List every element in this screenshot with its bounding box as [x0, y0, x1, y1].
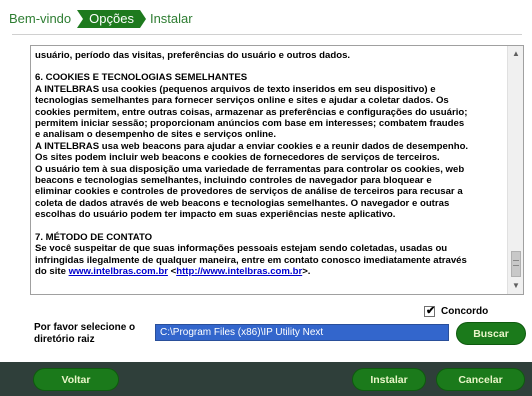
- agree-checkbox-row[interactable]: ✔ Concordo: [424, 305, 489, 317]
- scroll-down-arrow-icon[interactable]: ▼: [508, 278, 523, 294]
- scroll-up-arrow-icon[interactable]: ▲: [508, 46, 523, 62]
- license-line: permitem iniciar sessão; proporcionam an…: [35, 118, 465, 130]
- license-line: coleta de dados através de web beacons e…: [35, 197, 450, 209]
- license-line: usuário, período das visitas, preferênci…: [35, 50, 351, 61]
- license-text-prefix: do site: [35, 265, 69, 277]
- directory-input[interactable]: C:\Program Files (x86)\IP Utility Next: [155, 324, 449, 341]
- checkmark-icon: ✔: [426, 305, 436, 317]
- footer-bar: Voltar Instalar Cancelar: [0, 362, 532, 396]
- license-text: usuário, período das visitas, preferênci…: [35, 50, 505, 277]
- license-line: Os sites podem incluir web beacons e coo…: [35, 152, 440, 164]
- step-options-active: Opções: [77, 10, 146, 28]
- license-line: escolhas do usuário podem ter impacto em…: [35, 209, 396, 221]
- directory-label: Por favor selecione o diretório raiz: [34, 322, 136, 345]
- link-suffix: >.: [302, 265, 311, 277]
- link-separator: <: [167, 265, 177, 277]
- license-line-links: do site www.intelbras.com.br <http://www…: [35, 266, 505, 277]
- step-breadcrumb: Bem-vindo Opções Instalar: [9, 10, 193, 28]
- grip-icon: [513, 260, 519, 266]
- step-install: Instalar: [149, 11, 193, 26]
- license-panel: usuário, período das visitas, preferênci…: [12, 34, 524, 298]
- intelbras-link[interactable]: www.intelbras.com.br: [69, 266, 168, 277]
- license-line: infringidas ilegalmente de qualquer mane…: [35, 254, 467, 266]
- back-button[interactable]: Voltar: [33, 368, 119, 391]
- license-line: Se você suspeitar de que suas informaçõe…: [35, 243, 448, 255]
- license-line: eliminar cookies e controles de provedor…: [35, 186, 463, 198]
- scroll-thumb[interactable]: [511, 251, 521, 277]
- agree-label: Concordo: [441, 306, 489, 317]
- license-scrollbar[interactable]: ▲ ▼: [507, 46, 523, 294]
- agree-checkbox[interactable]: ✔: [424, 305, 436, 317]
- browse-button[interactable]: Buscar: [456, 322, 526, 345]
- install-button[interactable]: Instalar: [352, 368, 426, 391]
- license-line: beacons e tecnologias semelhantes, inclu…: [35, 175, 432, 187]
- license-line: e analisam o desempenho de sites e servi…: [35, 129, 277, 141]
- section-6-title: 6. COOKIES E TECNOLOGIAS SEMELHANTES: [35, 72, 248, 84]
- license-line: cookies permitem, entre outras coisas, a…: [35, 106, 468, 118]
- step-welcome: Bem-vindo: [9, 11, 72, 26]
- section-7-title: 7. MÉTODO DE CONTATO: [35, 231, 153, 243]
- license-line: A INTELBRAS usa web beacons para ajudar …: [35, 140, 469, 152]
- step-header: Bem-vindo Opções Instalar: [0, 0, 532, 34]
- license-line: tecnologias semelhantes para fornecer se…: [35, 95, 449, 107]
- intelbras-http-link[interactable]: http://www.intelbras.com.br: [176, 266, 302, 277]
- license-line: O usuário tem à sua disposição uma varie…: [35, 163, 465, 175]
- license-textbox[interactable]: usuário, período das visitas, preferênci…: [30, 45, 524, 295]
- license-line: A INTELBRAS usa cookies (pequenos arquiv…: [35, 83, 436, 95]
- cancel-button[interactable]: Cancelar: [436, 368, 525, 391]
